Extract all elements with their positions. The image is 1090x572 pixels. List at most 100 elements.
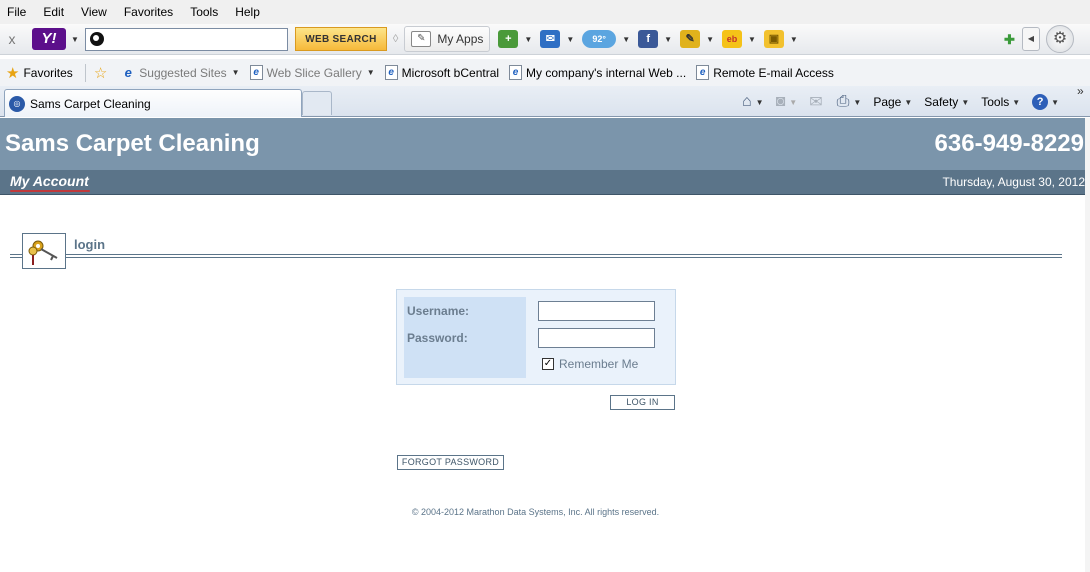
tab-row: ◎ Sams Carpet Cleaning ⌂ ▼ ◙ ▼ ✉ ⎙ ▼ Pag…: [0, 86, 1090, 117]
bag-dropdown-icon[interactable]: ▼: [790, 35, 798, 44]
search-icon: [89, 32, 104, 46]
login-keys-icon: [22, 233, 66, 269]
home-icon[interactable]: ⌂: [742, 93, 752, 111]
fav-remote-email-access[interactable]: e Remote E-mail Access: [696, 65, 834, 80]
ie-page-icon: e: [384, 65, 398, 80]
menu-help[interactable]: Help: [235, 5, 260, 19]
login-section-label: login: [74, 237, 106, 252]
safety-dropdown-icon[interactable]: ▼: [961, 98, 969, 107]
page-dropdown-icon[interactable]: ▼: [904, 98, 912, 107]
copyright-footer: © 2004-2012 Marathon Data Systems, Inc. …: [411, 507, 660, 517]
help-dropdown-icon[interactable]: ▼: [1051, 98, 1059, 107]
remember-me-checkbox[interactable]: ✓: [542, 358, 554, 370]
new-tab-button[interactable]: [302, 91, 332, 115]
forgot-password-button[interactable]: FORGOT PASSWORD: [397, 455, 504, 470]
ie-page-icon: e: [249, 65, 263, 80]
note-icon[interactable]: ✎: [680, 30, 701, 48]
password-field[interactable]: [538, 328, 655, 348]
add-to-favorites-button[interactable]: ☆: [94, 64, 111, 82]
password-label: Password:: [407, 331, 468, 345]
favorites-button[interactable]: ★ Favorites: [6, 64, 73, 82]
site-header: Sams Carpet Cleaning 636-949-8229: [0, 118, 1090, 170]
current-date: Thursday, August 30, 2012: [942, 175, 1085, 189]
add-favorite-star-icon: ☆: [93, 64, 108, 82]
home-dropdown-icon[interactable]: ▼: [756, 98, 764, 107]
read-mail-icon[interactable]: ✉: [809, 92, 822, 112]
yahoo-logo[interactable]: Y!: [32, 28, 66, 50]
menu-edit[interactable]: Edit: [43, 5, 64, 19]
safety-menu[interactable]: Safety: [924, 95, 958, 109]
feeds-dropdown-icon[interactable]: ▼: [789, 98, 797, 107]
fav-suggested-sites-label: Suggested Sites: [139, 65, 227, 80]
fav-company-internal-web-label: My company's internal Web ...: [526, 65, 687, 80]
weather-icon[interactable]: 92°: [582, 30, 617, 48]
facebook-icon[interactable]: f: [638, 30, 659, 48]
ie-icon: e: [124, 64, 132, 80]
web-slice-dropdown-icon[interactable]: ▼: [367, 68, 375, 77]
command-bar: ⌂ ▼ ◙ ▼ ✉ ⎙ ▼ Page ▼ Safety ▼ Tools ▼ ? …: [742, 90, 1059, 114]
add-app-icon[interactable]: +: [498, 30, 519, 48]
help-icon[interactable]: ?: [1032, 94, 1049, 110]
facebook-dropdown-icon[interactable]: ▼: [664, 35, 672, 44]
yahoo-search-box: [84, 27, 288, 51]
ebay-icon[interactable]: eb: [722, 30, 742, 48]
my-account-underline: [10, 190, 90, 192]
add-app-dropdown-icon[interactable]: ▼: [524, 35, 532, 44]
favorites-label: Favorites: [23, 65, 73, 80]
my-apps-button[interactable]: ✎ My Apps: [404, 26, 491, 52]
yahoo-toolbar: x Y! ▼ WEB SEARCH ◊ ✎ My Apps + ▼ ✉ ▼ 92…: [0, 24, 1090, 55]
mail-icon[interactable]: ✉: [540, 30, 561, 48]
tab-sams-carpet-cleaning[interactable]: ◎ Sams Carpet Cleaning: [4, 89, 302, 117]
print-dropdown-icon[interactable]: ▼: [853, 98, 861, 107]
fav-remote-email-access-label: Remote E-mail Access: [713, 65, 834, 80]
add-toolbar-icon[interactable]: ✚: [1004, 32, 1015, 48]
ebay-dropdown-icon[interactable]: ▼: [748, 35, 756, 44]
print-icon[interactable]: ⎙: [837, 93, 850, 111]
my-apps-label: My Apps: [437, 32, 484, 46]
fav-suggested-sites[interactable]: e Suggested Sites ▼: [121, 64, 240, 80]
my-account-link[interactable]: My Account: [10, 173, 89, 189]
menu-bar: File Edit View Favorites Tools Help: [0, 0, 1090, 24]
toolbar-scroll-left-icon[interactable]: ◀: [1022, 27, 1040, 51]
toolbar-close-icon[interactable]: x: [2, 31, 22, 47]
ie-page-icon: e: [509, 65, 523, 80]
tools-dropdown-icon[interactable]: ▼: [1012, 98, 1020, 107]
toolbar-settings-gear-icon[interactable]: ⚙: [1046, 25, 1074, 53]
favorites-bar: ★ Favorites ☆ e Suggested Sites ▼ e Web …: [0, 59, 1090, 86]
web-search-button[interactable]: WEB SEARCH: [294, 27, 387, 51]
mail-dropdown-icon[interactable]: ▼: [566, 35, 574, 44]
menu-tools[interactable]: Tools: [190, 5, 218, 19]
page-menu[interactable]: Page: [873, 95, 901, 109]
suggested-sites-dropdown-icon[interactable]: ▼: [232, 68, 240, 77]
username-field[interactable]: [538, 301, 655, 321]
site-favicon-icon: ◎: [9, 95, 25, 112]
weather-dropdown-icon[interactable]: ▼: [622, 35, 630, 44]
my-apps-icon: ✎: [411, 31, 432, 47]
fav-microsoft-bcentral-label: Microsoft bCentral: [401, 65, 500, 80]
fav-microsoft-bcentral[interactable]: e Microsoft bCentral: [384, 65, 500, 80]
fav-company-internal-web[interactable]: e My company's internal Web ...: [509, 65, 686, 80]
fav-web-slice-gallery[interactable]: e Web Slice Gallery ▼: [249, 65, 375, 80]
command-bar-overflow-chevron-icon[interactable]: »: [1077, 84, 1084, 98]
login-form: Username: Password: ✓ Remember Me: [396, 289, 676, 385]
tab-title: Sams Carpet Cleaning: [30, 96, 151, 111]
page-scrollbar[interactable]: [1085, 118, 1090, 572]
login-divider-top: [10, 254, 1062, 255]
favorites-star-icon: ★: [6, 64, 20, 82]
note-dropdown-icon[interactable]: ▼: [706, 35, 714, 44]
menu-view[interactable]: View: [81, 5, 107, 19]
ie-page-icon: e: [696, 65, 710, 80]
yahoo-search-input[interactable]: [106, 29, 287, 49]
username-label: Username:: [407, 304, 470, 318]
log-in-button[interactable]: LOG IN: [610, 395, 675, 410]
bag-icon[interactable]: ▣: [763, 30, 784, 48]
site-subbar: My Account Thursday, August 30, 2012: [0, 170, 1090, 195]
tools-menu[interactable]: Tools: [981, 95, 1009, 109]
remember-me[interactable]: ✓ Remember Me: [542, 357, 638, 371]
favorites-divider: [84, 63, 86, 82]
feeds-icon[interactable]: ◙: [776, 93, 786, 111]
menu-favorites[interactable]: Favorites: [124, 5, 173, 19]
menu-file[interactable]: File: [7, 5, 26, 19]
yahoo-dropdown-icon[interactable]: ▼: [71, 35, 79, 44]
toolbar-grip-icon[interactable]: ◊: [393, 33, 398, 45]
